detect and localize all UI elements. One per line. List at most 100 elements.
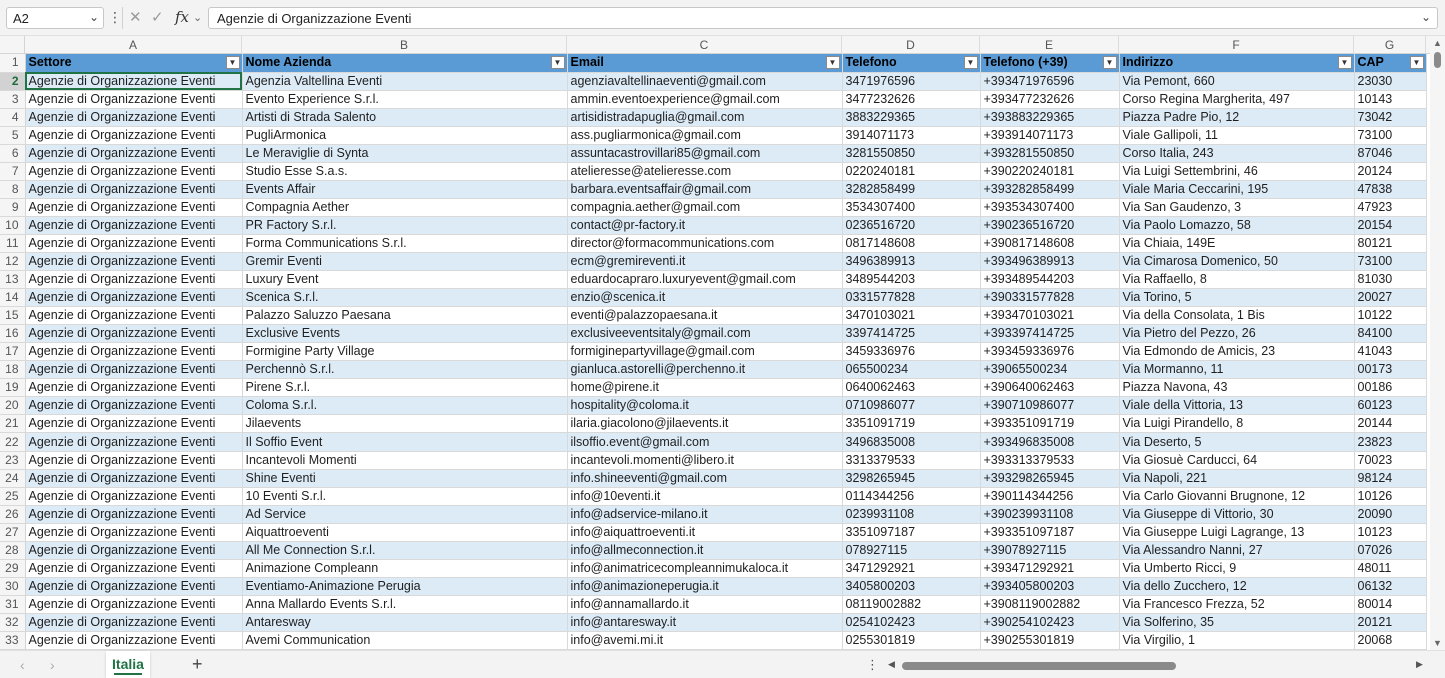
filter-dropdown-icon[interactable]: ▼ xyxy=(225,56,240,69)
indirizzo-cell[interactable]: Corso Italia, 243 xyxy=(1119,144,1355,163)
nome-azienda-cell[interactable]: Jilaevents xyxy=(242,414,568,434)
telefono-cell[interactable]: 0710986077 xyxy=(842,396,981,416)
settore-cell[interactable]: Agenzie di Organizzazione Eventi xyxy=(25,288,243,308)
cap-cell[interactable]: 20124 xyxy=(1354,162,1427,181)
telefono-cell[interactable]: 3914071173 xyxy=(842,126,981,145)
email-cell[interactable]: eventi@palazzopaesana.it xyxy=(567,306,843,326)
telefono-39-cell[interactable]: +393281550850 xyxy=(980,144,1120,163)
nome-azienda-cell[interactable]: Animazione Compleann xyxy=(242,559,568,578)
indirizzo-cell[interactable]: Viale Gallipoli, 11 xyxy=(1119,126,1355,145)
cap-cell[interactable]: 80121 xyxy=(1354,234,1427,254)
row-number[interactable]: 12 xyxy=(0,252,26,272)
telefono-39-cell[interactable]: +393459336976 xyxy=(980,342,1120,362)
telefono-39-cell[interactable]: +393471292921 xyxy=(980,559,1120,578)
row-number[interactable]: 1 xyxy=(0,54,26,73)
telefono-39-cell[interactable]: +39065500234 xyxy=(980,360,1120,380)
header-cell[interactable]: Email ▼ xyxy=(567,54,843,73)
vertical-scrollbar[interactable]: ▲ ▼ xyxy=(1430,36,1445,650)
indirizzo-cell[interactable]: Via Chiaia, 149E xyxy=(1119,234,1355,254)
cap-cell[interactable]: 20090 xyxy=(1354,505,1427,524)
settore-cell[interactable]: Agenzie di Organizzazione Eventi xyxy=(25,108,243,127)
row-number[interactable]: 21 xyxy=(0,414,26,434)
cap-cell[interactable]: 47838 xyxy=(1354,180,1427,199)
telefono-cell[interactable]: 3397414725 xyxy=(842,324,981,344)
telefono-39-cell[interactable]: +393351097187 xyxy=(980,523,1120,542)
nome-azienda-cell[interactable]: Le Meraviglie di Synta xyxy=(242,144,568,163)
indirizzo-cell[interactable]: Via Raffaello, 8 xyxy=(1119,270,1355,290)
nome-azienda-cell[interactable]: Avemi Communication xyxy=(242,631,568,650)
email-cell[interactable]: info@aiquattroeventi.it xyxy=(567,523,843,542)
email-cell[interactable]: formiginepartyvillage@gmail.com xyxy=(567,342,843,362)
telefono-39-cell[interactable]: +3908119002882 xyxy=(980,595,1120,614)
telefono-cell[interactable]: 3281550850 xyxy=(842,144,981,163)
email-cell[interactable]: atelieresse@atelieresse.com xyxy=(567,162,843,181)
telefono-cell[interactable]: 08119002882 xyxy=(842,595,981,614)
filter-dropdown-icon[interactable]: ▼ xyxy=(550,56,565,69)
scroll-left-icon[interactable]: ◀ xyxy=(888,659,895,670)
header-cell[interactable]: Telefono (+39) ▼ xyxy=(980,54,1120,73)
settore-cell[interactable]: Agenzie di Organizzazione Eventi xyxy=(25,414,243,434)
nome-azienda-cell[interactable]: PugliArmonica xyxy=(242,126,568,145)
header-cell[interactable]: Settore ▼ xyxy=(25,54,243,73)
email-cell[interactable]: info.shineeventi@gmail.com xyxy=(567,469,843,488)
row-number[interactable]: 15 xyxy=(0,306,26,326)
telefono-39-cell[interactable]: +393489544203 xyxy=(980,270,1120,290)
filter-dropdown-icon[interactable]: ▼ xyxy=(1102,56,1117,69)
cap-cell[interactable]: 20144 xyxy=(1354,414,1427,434)
header-cell[interactable]: CAP ▼ xyxy=(1354,54,1427,73)
settore-cell[interactable]: Agenzie di Organizzazione Eventi xyxy=(25,505,243,524)
nome-azienda-cell[interactable]: Agenzia Valtellina Eventi xyxy=(242,72,568,91)
column-header[interactable]: A xyxy=(25,36,242,54)
telefono-39-cell[interactable]: +390239931108 xyxy=(980,505,1120,524)
cap-cell[interactable]: 80014 xyxy=(1354,595,1427,614)
horizontal-scroll-thumb[interactable] xyxy=(902,662,1176,670)
cap-cell[interactable]: 81030 xyxy=(1354,270,1427,290)
select-all-corner[interactable] xyxy=(0,36,25,54)
indirizzo-cell[interactable]: Via Francesco Frezza, 52 xyxy=(1119,595,1355,614)
row-number[interactable]: 14 xyxy=(0,288,26,308)
indirizzo-cell[interactable]: Viale della Vittoria, 13 xyxy=(1119,396,1355,416)
settore-cell[interactable]: Agenzie di Organizzazione Eventi xyxy=(25,396,243,416)
telefono-39-cell[interactable]: +393313379533 xyxy=(980,451,1120,470)
column-header[interactable]: G xyxy=(1354,36,1426,54)
telefono-cell[interactable]: 3534307400 xyxy=(842,198,981,217)
row-number[interactable]: 3 xyxy=(0,90,26,109)
cap-cell[interactable]: 20027 xyxy=(1354,288,1427,308)
email-cell[interactable]: barbara.eventsaffair@gmail.com xyxy=(567,180,843,199)
nome-azienda-cell[interactable]: Coloma S.r.l. xyxy=(242,396,568,416)
telefono-cell[interactable]: 3489544203 xyxy=(842,270,981,290)
cap-cell[interactable]: 20154 xyxy=(1354,216,1427,235)
more-options-icon[interactable]: ⋮ xyxy=(866,657,879,673)
indirizzo-cell[interactable]: Via dello Zucchero, 12 xyxy=(1119,577,1355,596)
telefono-cell[interactable]: 3282858499 xyxy=(842,180,981,199)
settore-cell[interactable]: Agenzie di Organizzazione Eventi xyxy=(25,180,243,199)
settore-cell[interactable]: Agenzie di Organizzazione Eventi xyxy=(25,252,243,272)
cap-cell[interactable]: 98124 xyxy=(1354,469,1427,488)
nome-azienda-cell[interactable]: Pirene S.r.l. xyxy=(242,378,568,398)
telefono-39-cell[interactable]: +393496389913 xyxy=(980,252,1120,272)
formula-input[interactable]: Agenzie di Organizzazione Eventi ⌄ xyxy=(208,7,1438,29)
nome-azienda-cell[interactable]: Ad Service xyxy=(242,505,568,524)
settore-cell[interactable]: Agenzie di Organizzazione Eventi xyxy=(25,90,243,109)
telefono-39-cell[interactable]: +390236516720 xyxy=(980,216,1120,235)
telefono-cell[interactable]: 3496835008 xyxy=(842,432,981,452)
nome-azienda-cell[interactable]: PR Factory S.r.l. xyxy=(242,216,568,235)
settore-cell[interactable]: Agenzie di Organizzazione Eventi xyxy=(25,378,243,398)
header-cell[interactable]: Nome Azienda ▼ xyxy=(242,54,568,73)
telefono-39-cell[interactable]: +390640062463 xyxy=(980,378,1120,398)
function-icon[interactable]: fx xyxy=(175,8,189,26)
telefono-cell[interactable]: 0220240181 xyxy=(842,162,981,181)
name-box[interactable]: A2 ⌄ xyxy=(6,7,104,29)
email-cell[interactable]: info@10eventi.it xyxy=(567,487,843,506)
indirizzo-cell[interactable]: Via Napoli, 221 xyxy=(1119,469,1355,488)
email-cell[interactable]: gianluca.astorelli@perchenno.it xyxy=(567,360,843,380)
scroll-down-icon[interactable]: ▼ xyxy=(1433,638,1442,648)
row-number[interactable]: 32 xyxy=(0,613,26,633)
indirizzo-cell[interactable]: Via Luigi Pirandello, 8 xyxy=(1119,414,1355,434)
filter-dropdown-icon[interactable]: ▼ xyxy=(1337,56,1352,69)
cap-cell[interactable]: 00186 xyxy=(1354,378,1427,398)
row-number[interactable]: 6 xyxy=(0,144,26,163)
column-header[interactable]: E xyxy=(980,36,1119,54)
filter-dropdown-icon[interactable]: ▼ xyxy=(825,56,840,69)
indirizzo-cell[interactable]: Via Giuseppe Luigi Lagrange, 13 xyxy=(1119,523,1355,542)
